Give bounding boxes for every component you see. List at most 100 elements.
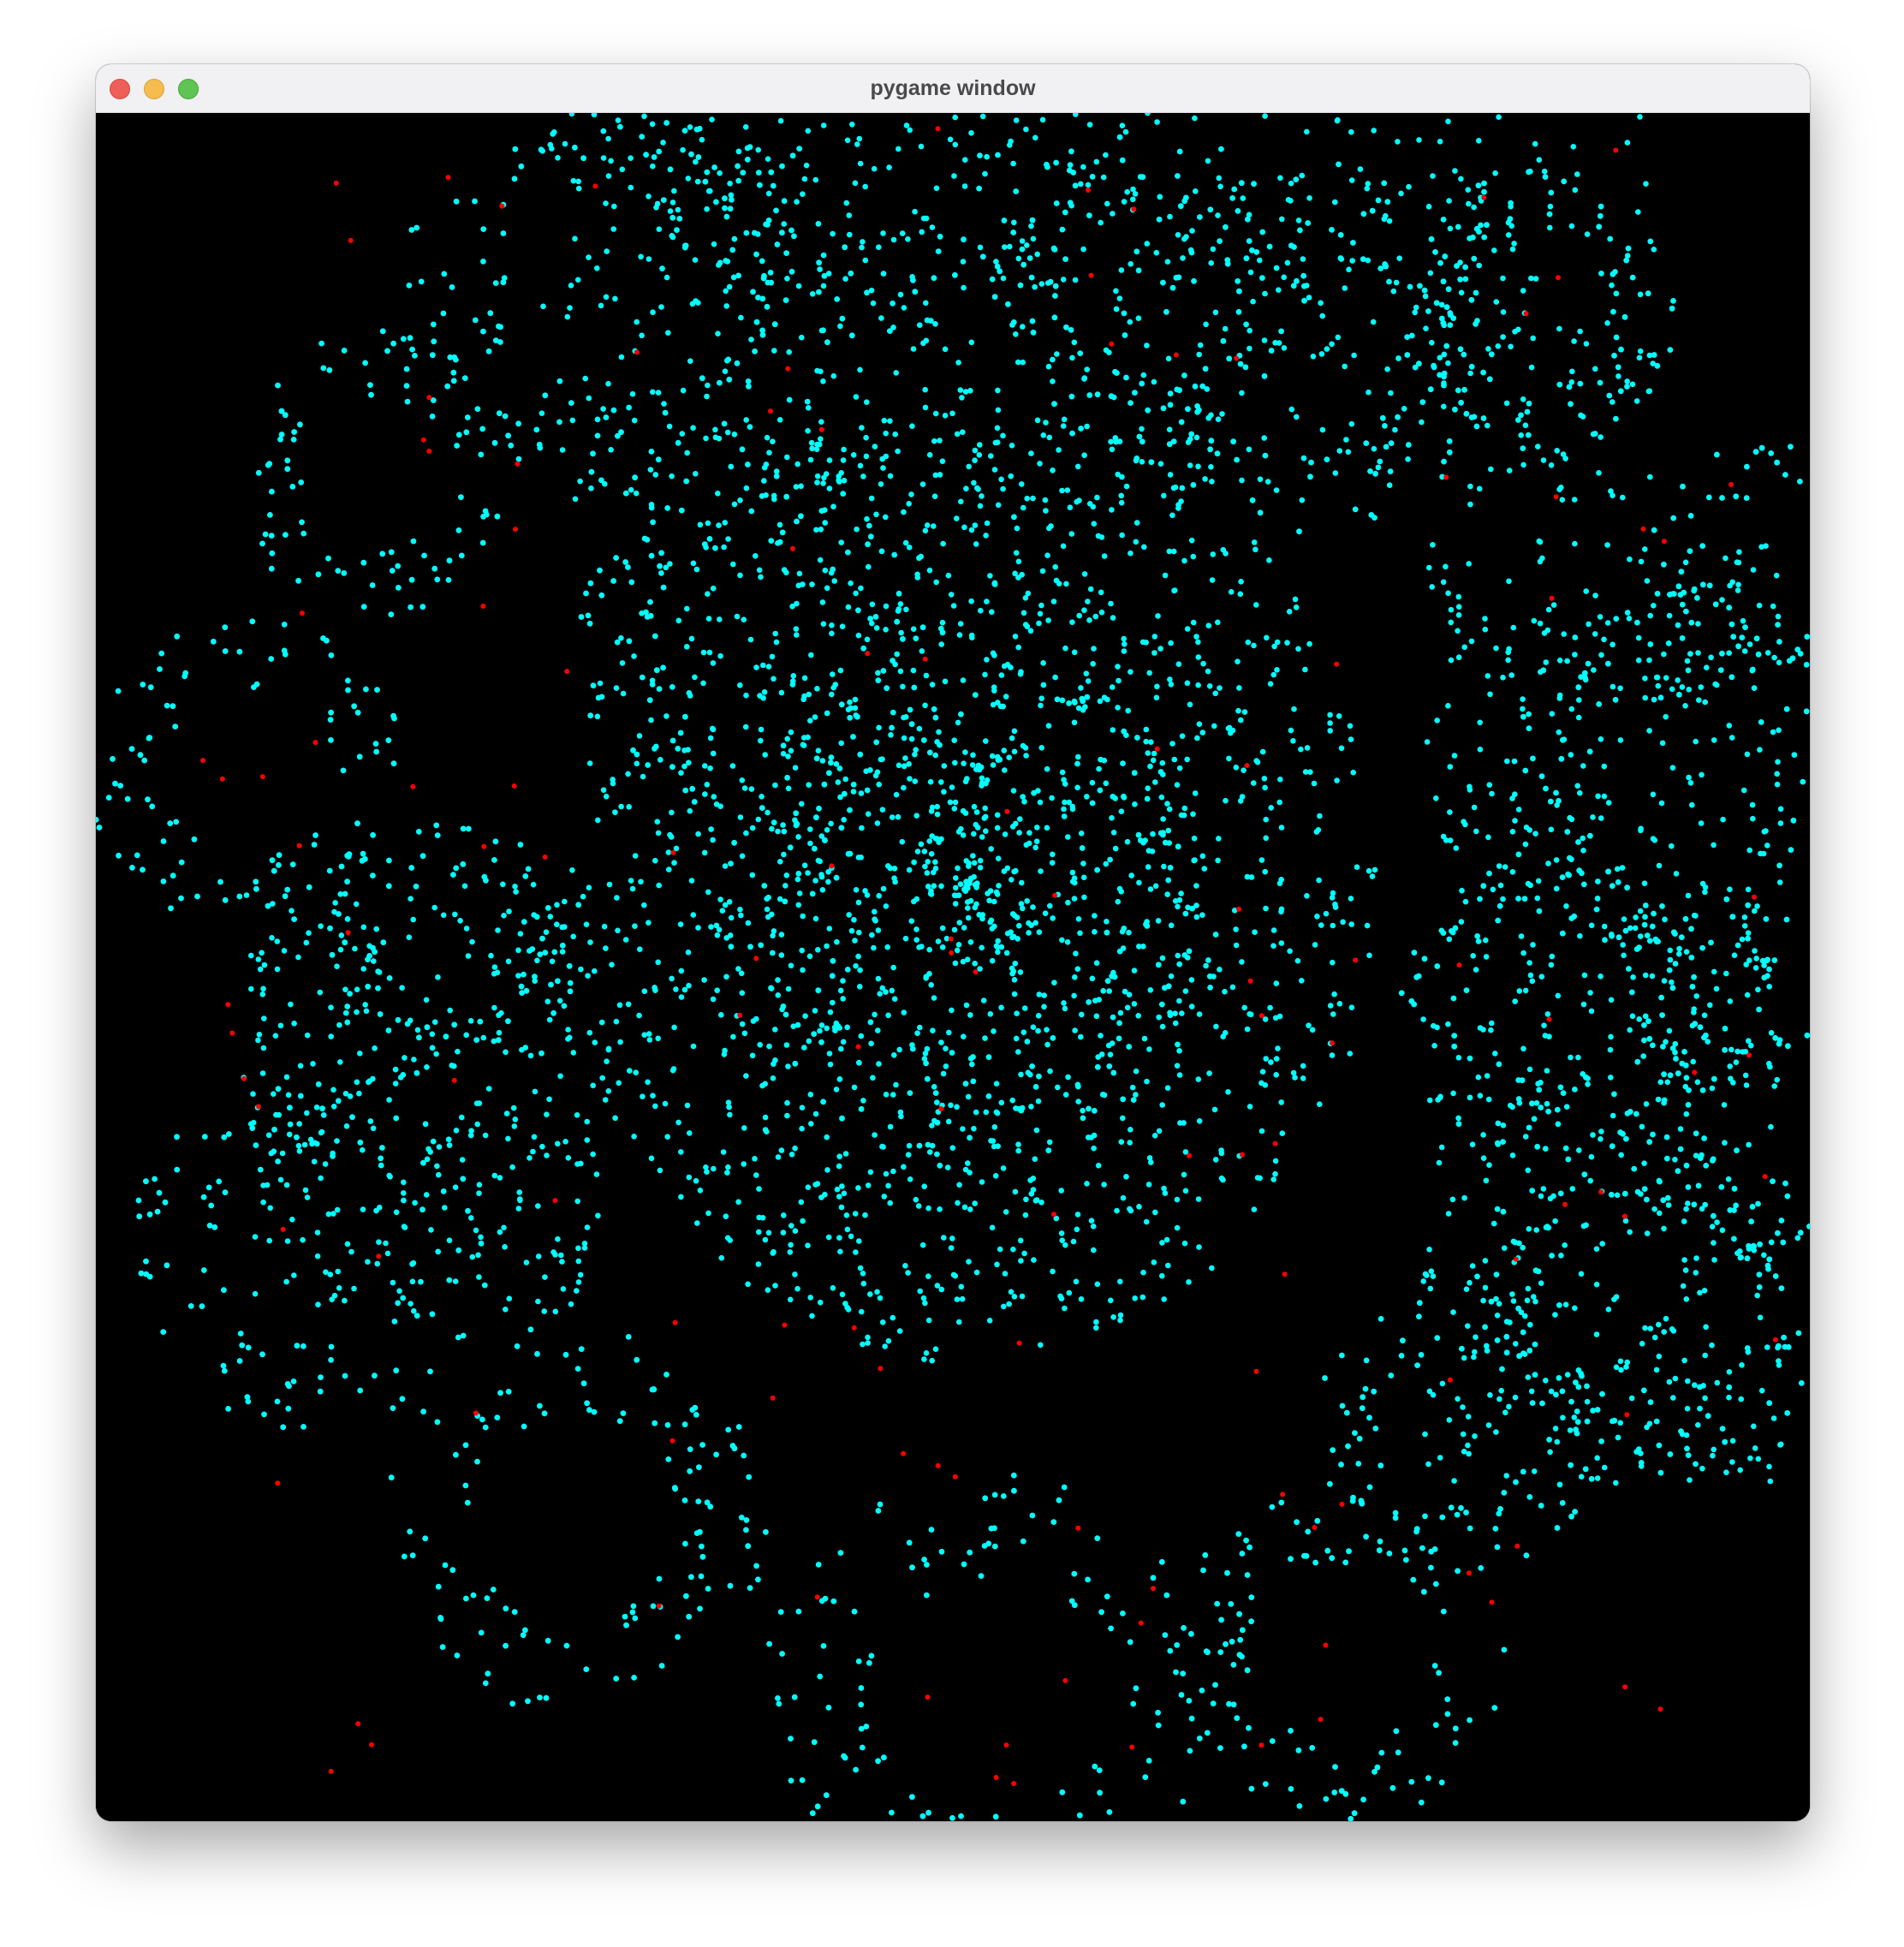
cyan-particle xyxy=(605,380,611,387)
cyan-particle xyxy=(1699,944,1705,951)
cyan-particle xyxy=(1294,277,1300,284)
cyan-particle xyxy=(909,1042,915,1048)
cyan-particle xyxy=(366,943,372,950)
cyan-particle xyxy=(719,908,726,914)
cyan-particle xyxy=(728,914,735,921)
cyan-particle xyxy=(1467,783,1473,790)
cyan-particle xyxy=(1672,1157,1678,1163)
cyan-particle xyxy=(537,1402,543,1409)
cyan-particle xyxy=(1686,687,1693,693)
cyan-particle xyxy=(850,781,857,788)
cyan-particle xyxy=(956,920,963,926)
cyan-particle xyxy=(503,1049,509,1056)
cyan-particle xyxy=(1598,1136,1604,1142)
cyan-particle xyxy=(694,1220,700,1226)
cyan-particle xyxy=(461,375,468,381)
cyan-particle xyxy=(1683,1162,1690,1169)
cyan-particle xyxy=(872,614,879,620)
cyan-particle xyxy=(1529,1400,1536,1406)
cyan-particle xyxy=(836,477,842,484)
cyan-particle xyxy=(864,787,871,794)
cyan-particle xyxy=(1050,245,1057,252)
cyan-particle xyxy=(1059,937,1065,944)
cyan-particle xyxy=(961,925,967,931)
cyan-particle xyxy=(1259,229,1266,235)
cyan-particle xyxy=(1261,337,1268,343)
cyan-particle xyxy=(574,1112,580,1118)
cyan-particle xyxy=(1437,259,1443,266)
cyan-particle xyxy=(1752,1445,1758,1451)
cyan-particle xyxy=(979,915,985,922)
cyan-particle xyxy=(1118,499,1125,506)
cyan-particle xyxy=(1679,1060,1686,1067)
cyan-particle xyxy=(600,128,607,134)
cyan-particle xyxy=(1177,1120,1183,1126)
cyan-particle xyxy=(913,747,919,753)
cyan-particle xyxy=(1186,1698,1193,1704)
cyan-particle xyxy=(840,491,847,497)
cyan-particle xyxy=(1072,879,1078,886)
cyan-particle xyxy=(590,682,597,689)
cyan-particle xyxy=(1270,671,1277,678)
cyan-particle xyxy=(1377,1538,1383,1545)
cyan-particle xyxy=(1167,1009,1173,1016)
cyan-particle xyxy=(1042,910,1049,916)
cyan-particle xyxy=(290,1378,297,1384)
cyan-particle xyxy=(401,1224,408,1230)
cyan-particle xyxy=(283,1182,290,1188)
cyan-particle xyxy=(1420,1016,1426,1022)
cyan-particle xyxy=(917,1288,923,1295)
cyan-particle xyxy=(1463,987,1470,993)
cyan-particle xyxy=(592,968,598,974)
title-bar[interactable]: pygame window xyxy=(96,64,1810,113)
cyan-particle xyxy=(1024,242,1030,248)
cyan-particle xyxy=(344,1003,351,1009)
cyan-particle xyxy=(1292,596,1299,603)
cyan-particle xyxy=(961,183,968,189)
cyan-particle xyxy=(1699,771,1705,778)
cyan-particle xyxy=(143,1271,150,1277)
cyan-particle xyxy=(325,555,331,562)
cyan-particle xyxy=(1651,837,1658,843)
cyan-particle xyxy=(838,740,844,747)
cyan-particle xyxy=(845,706,852,712)
cyan-particle xyxy=(1653,1418,1660,1425)
cyan-particle xyxy=(501,1224,507,1231)
cyan-particle xyxy=(913,813,919,819)
cyan-particle xyxy=(250,1091,256,1097)
cyan-particle xyxy=(552,1308,559,1315)
cyan-particle xyxy=(1691,1009,1697,1015)
cyan-particle xyxy=(1019,238,1026,244)
cyan-particle xyxy=(268,656,275,662)
cyan-particle xyxy=(688,635,695,642)
cyan-particle xyxy=(1722,1140,1728,1146)
cyan-particle xyxy=(1348,1004,1355,1010)
cyan-particle xyxy=(875,1758,881,1765)
cyan-particle xyxy=(590,1082,596,1089)
cyan-particle xyxy=(458,494,464,500)
cyan-particle xyxy=(1618,1366,1624,1373)
cyan-particle xyxy=(1152,779,1158,785)
cyan-particle xyxy=(931,1117,937,1124)
cyan-particle xyxy=(1689,801,1695,808)
cyan-particle xyxy=(335,568,342,574)
cyan-particle xyxy=(685,950,692,956)
cyan-particle xyxy=(304,1032,311,1039)
cyan-particle xyxy=(1757,747,1763,753)
cyan-particle xyxy=(1460,1431,1467,1438)
cyan-particle xyxy=(801,862,808,868)
cyan-particle xyxy=(1615,364,1621,371)
cyan-particle xyxy=(695,831,701,837)
cyan-particle xyxy=(945,1118,952,1125)
cyan-particle xyxy=(722,195,728,202)
cyan-particle xyxy=(1455,223,1461,230)
cyan-particle xyxy=(612,295,618,302)
cyan-particle xyxy=(455,1334,461,1341)
cyan-particle xyxy=(771,492,777,499)
cyan-particle xyxy=(817,1027,823,1034)
game-canvas[interactable] xyxy=(96,113,1810,1821)
cyan-particle xyxy=(765,1287,771,1293)
cyan-particle xyxy=(1237,360,1244,367)
cyan-particle xyxy=(1151,634,1158,640)
cyan-particle xyxy=(1422,1513,1428,1520)
